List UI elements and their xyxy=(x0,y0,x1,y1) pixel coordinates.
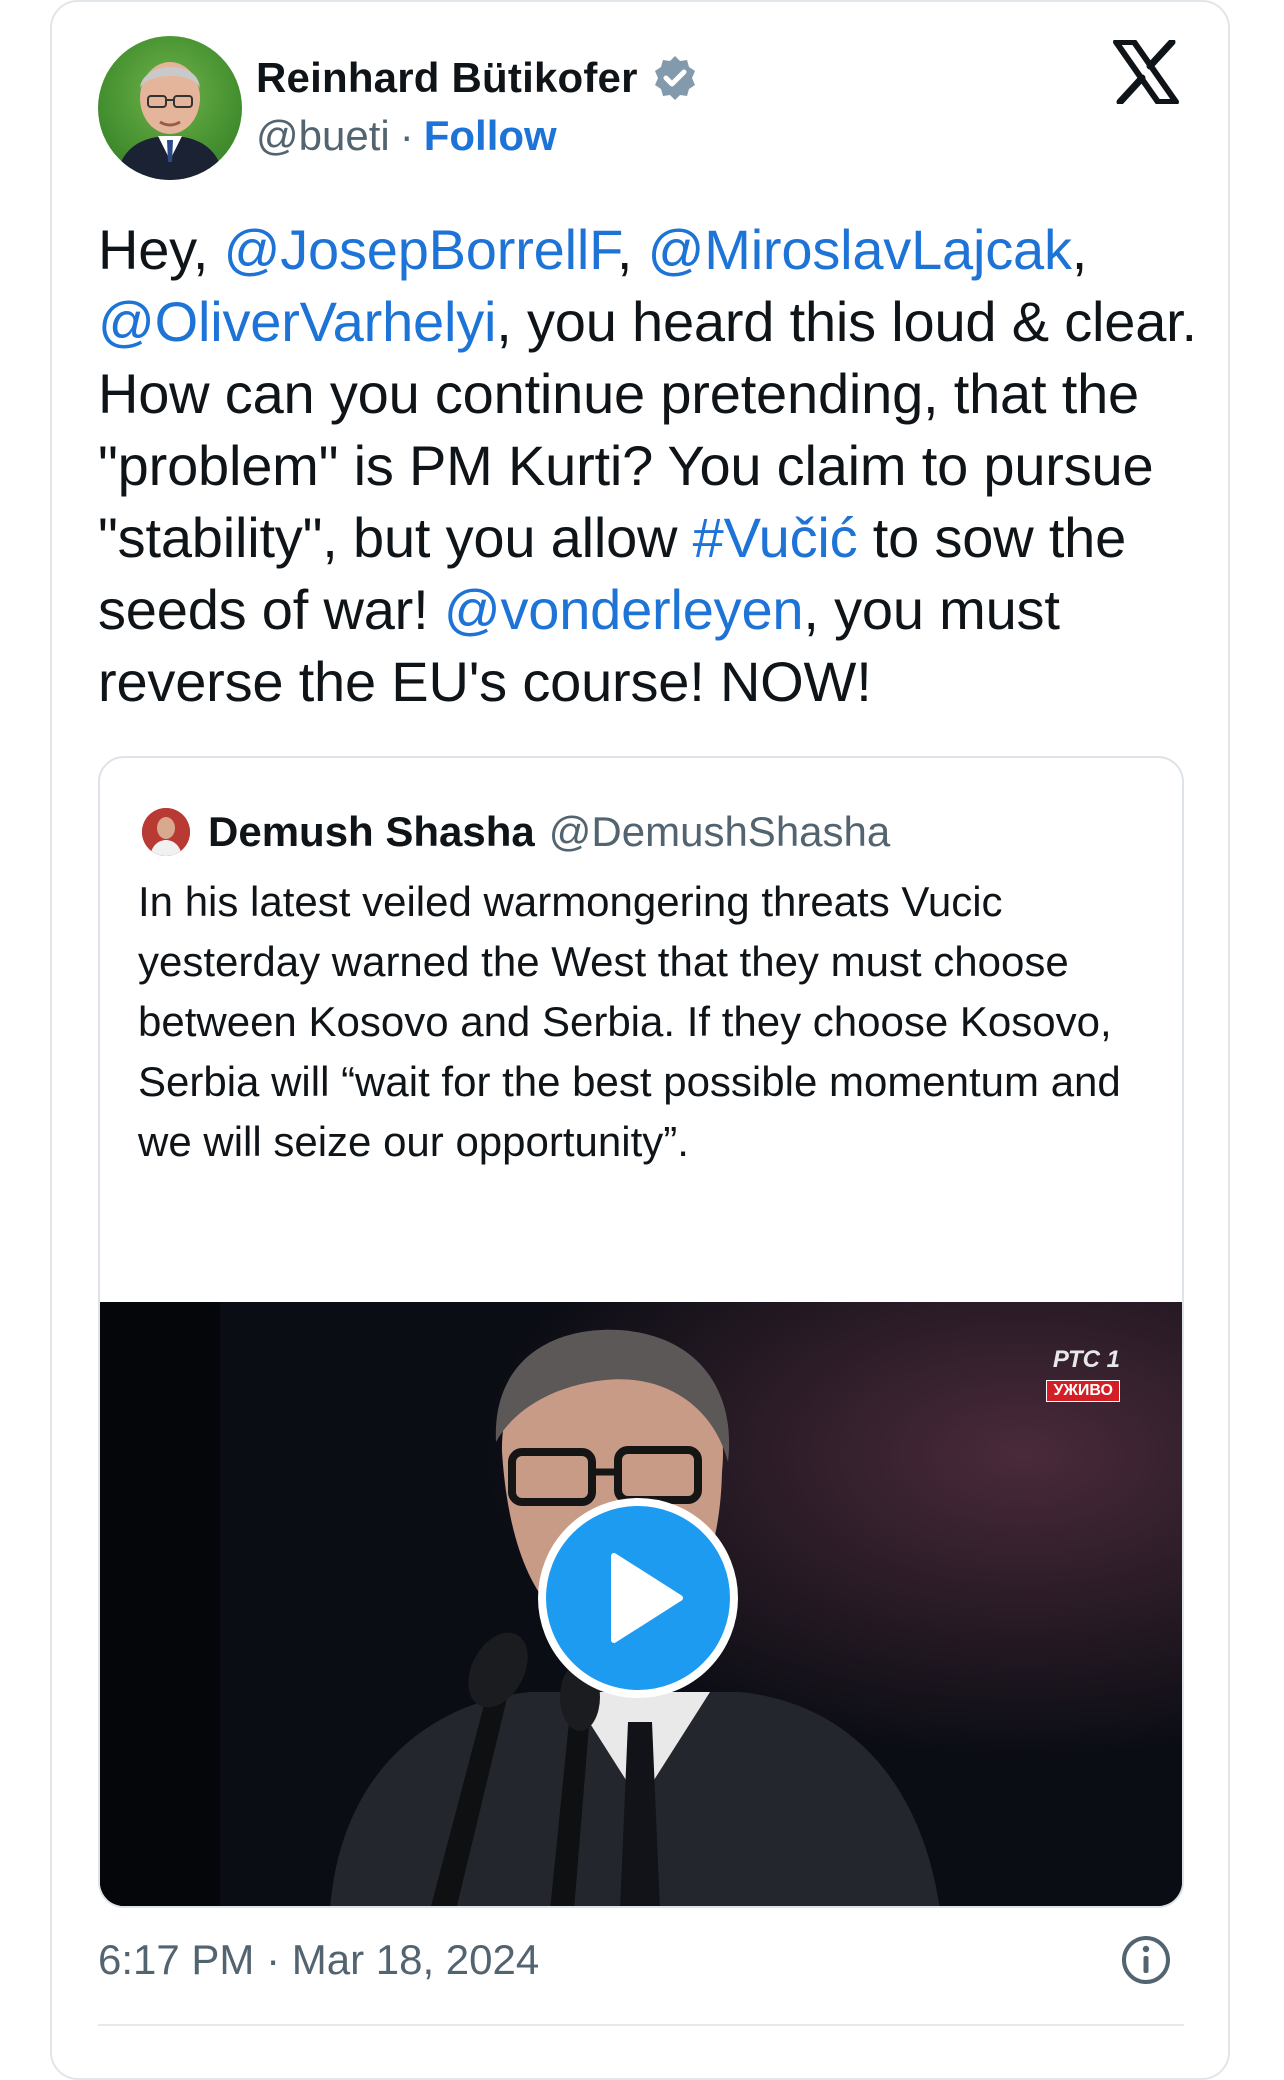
tweet-text-segment: Hey, xyxy=(98,218,224,281)
quoted-tweet[interactable]: Demush Shasha @DemushShasha In his lates… xyxy=(98,756,1184,1908)
author-handle[interactable]: @bueti xyxy=(256,112,390,160)
mention-link[interactable]: @MiroslavLajcak xyxy=(648,218,1072,281)
channel-name: РТС xyxy=(1052,1346,1100,1373)
quoted-text: In his latest veiled warmongering threat… xyxy=(138,878,1121,1165)
mention-link[interactable]: @JosepBorrellF xyxy=(224,218,618,281)
hashtag-link[interactable]: #Vučić xyxy=(693,506,858,569)
author-name-row: Reinhard Bütikofer xyxy=(256,52,700,104)
follow-button[interactable]: Follow xyxy=(424,112,557,160)
author-avatar[interactable] xyxy=(98,36,242,180)
quoted-video[interactable]: РТС 1 УЖИВО xyxy=(100,1302,1182,1906)
quoted-display-name[interactable]: Demush Shasha xyxy=(208,808,535,856)
tweet-text: Hey, @JosepBorrellF, @MiroslavLajcak, @O… xyxy=(98,214,1198,718)
x-logo-icon[interactable] xyxy=(1112,40,1180,104)
mention-link[interactable]: @vonderleyen xyxy=(444,578,804,641)
quoted-author-avatar[interactable] xyxy=(142,808,190,856)
play-icon xyxy=(611,1553,683,1643)
play-button[interactable] xyxy=(538,1498,738,1698)
mention-link[interactable]: @OliverVarhelyi xyxy=(98,290,496,353)
tweet-timestamp[interactable]: 6:17 PM · Mar 18, 2024 xyxy=(98,1936,539,1984)
author-display-name[interactable]: Reinhard Bütikofer xyxy=(256,54,638,102)
footer-divider xyxy=(98,2024,1184,2026)
channel-number: 1 xyxy=(1106,1346,1120,1373)
info-icon[interactable] xyxy=(1120,1934,1172,1986)
tweet-text-segment: , xyxy=(616,218,648,281)
handle-separator: · xyxy=(399,112,414,159)
live-badge: УЖИВО xyxy=(1046,1380,1120,1402)
tweet-text-segment: , xyxy=(1071,218,1088,281)
author-handle-row: @bueti · Follow xyxy=(256,112,557,160)
verified-badge-icon xyxy=(650,53,700,103)
quoted-handle[interactable]: @DemushShasha xyxy=(549,808,890,856)
channel-logo: РТС 1 УЖИВО xyxy=(1036,1346,1120,1402)
quoted-header: Demush Shasha @DemushShasha xyxy=(208,806,890,858)
